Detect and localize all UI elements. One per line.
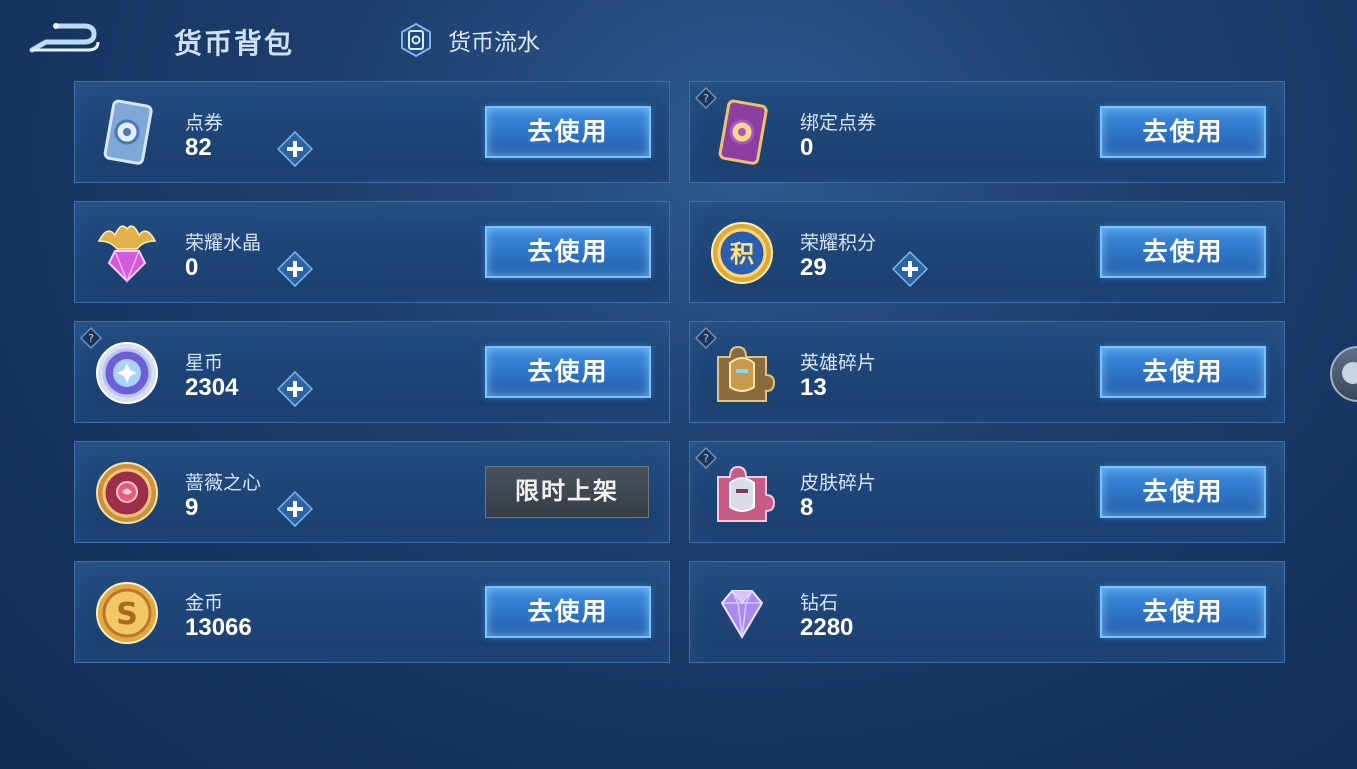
- currency-name: 点券: [185, 113, 224, 134]
- currency-name: 绑定点券: [800, 113, 877, 134]
- voucher-card-purple-icon: [718, 99, 768, 165]
- currency-amount: 9: [185, 494, 199, 521]
- use-button[interactable]: 去使用: [1100, 226, 1266, 278]
- currency-card-star-coin: ? 星币 2304 去使用: [74, 321, 670, 423]
- svg-text:积: 积: [730, 240, 754, 268]
- currency-amount: 29: [800, 254, 827, 281]
- limited-time-button[interactable]: 限时上架: [485, 466, 649, 518]
- currency-amount: 0: [800, 134, 814, 161]
- use-button[interactable]: 去使用: [485, 106, 651, 158]
- currency-card-diamond: 钻石 2280 去使用: [689, 561, 1285, 663]
- currency-amount: 13: [800, 374, 827, 401]
- add-plus-icon[interactable]: [277, 371, 313, 407]
- use-button[interactable]: 去使用: [485, 346, 651, 398]
- currency-name: 蔷薇之心: [185, 473, 262, 494]
- rose-heart-icon: [96, 462, 158, 524]
- currency-card-hero-fragment: ? 英雄碎片 13 去使用: [689, 321, 1285, 423]
- back-arrow-icon: [29, 23, 100, 53]
- currency-name: 荣耀积分: [800, 233, 877, 254]
- gold-coin-icon: S: [96, 582, 158, 644]
- currency-name: 金币: [185, 593, 224, 614]
- currency-card-skin-fragment: ? 皮肤碎片 8 去使用: [689, 441, 1285, 543]
- use-button[interactable]: 去使用: [1100, 106, 1266, 158]
- currency-card-rose-heart: 蔷薇之心 9 限时上架: [74, 441, 670, 543]
- add-plus-icon[interactable]: [892, 251, 928, 287]
- side-drawer-handle[interactable]: [1330, 346, 1357, 402]
- use-button[interactable]: 去使用: [485, 586, 651, 638]
- use-button[interactable]: 去使用: [1100, 586, 1266, 638]
- currency-card-voucher: 点券 82 去使用: [74, 81, 670, 183]
- settings-gear-icon: [1342, 362, 1357, 384]
- use-button[interactable]: 去使用: [1100, 346, 1266, 398]
- currency-amount: 2304: [185, 374, 239, 401]
- voucher-card-blue-icon: [103, 99, 153, 165]
- currency-name: 钻石: [800, 593, 839, 614]
- currency-flow-label: 货币流水: [448, 29, 540, 55]
- currency-name: 英雄碎片: [800, 353, 877, 374]
- skin-fragment-icon: [717, 465, 776, 522]
- add-plus-icon[interactable]: [277, 131, 313, 167]
- back-button[interactable]: [28, 20, 100, 58]
- use-button[interactable]: 去使用: [1100, 466, 1266, 518]
- star-coin-icon: [96, 342, 158, 404]
- currency-flow-icon: [401, 22, 431, 58]
- hero-fragment-icon: [717, 345, 776, 402]
- currency-card-bound-voucher: ? 绑定点券 0 去使用: [689, 81, 1285, 183]
- currency-amount: 8: [800, 494, 814, 521]
- use-button[interactable]: 去使用: [485, 226, 651, 278]
- page-title: 货币背包: [174, 28, 295, 59]
- currency-card-glory-crystal: 荣耀水晶 0 去使用: [74, 201, 670, 303]
- currency-card-gold-coin: S 金币 13066 去使用: [74, 561, 670, 663]
- currency-name: 星币: [185, 353, 224, 374]
- currency-name: 皮肤碎片: [800, 473, 877, 494]
- currency-card-glory-points: 积 荣耀积分 29 去使用: [689, 201, 1285, 303]
- currency-amount: 82: [185, 134, 212, 161]
- currency-name: 荣耀水晶: [185, 233, 262, 254]
- currency-flow-tab[interactable]: 货币流水: [398, 22, 540, 58]
- currency-amount: 0: [185, 254, 199, 281]
- currency-amount: 2280: [800, 614, 854, 641]
- diamond-icon: [720, 590, 764, 639]
- svg-text:S: S: [116, 597, 138, 632]
- glory-crystal-icon: [97, 225, 157, 284]
- glory-points-coin-icon: 积: [711, 222, 773, 284]
- add-plus-icon[interactable]: [277, 251, 313, 287]
- currency-amount: 13066: [185, 614, 252, 641]
- add-plus-icon[interactable]: [277, 491, 313, 527]
- top-bar: 货币背包 货币流水: [0, 0, 1357, 80]
